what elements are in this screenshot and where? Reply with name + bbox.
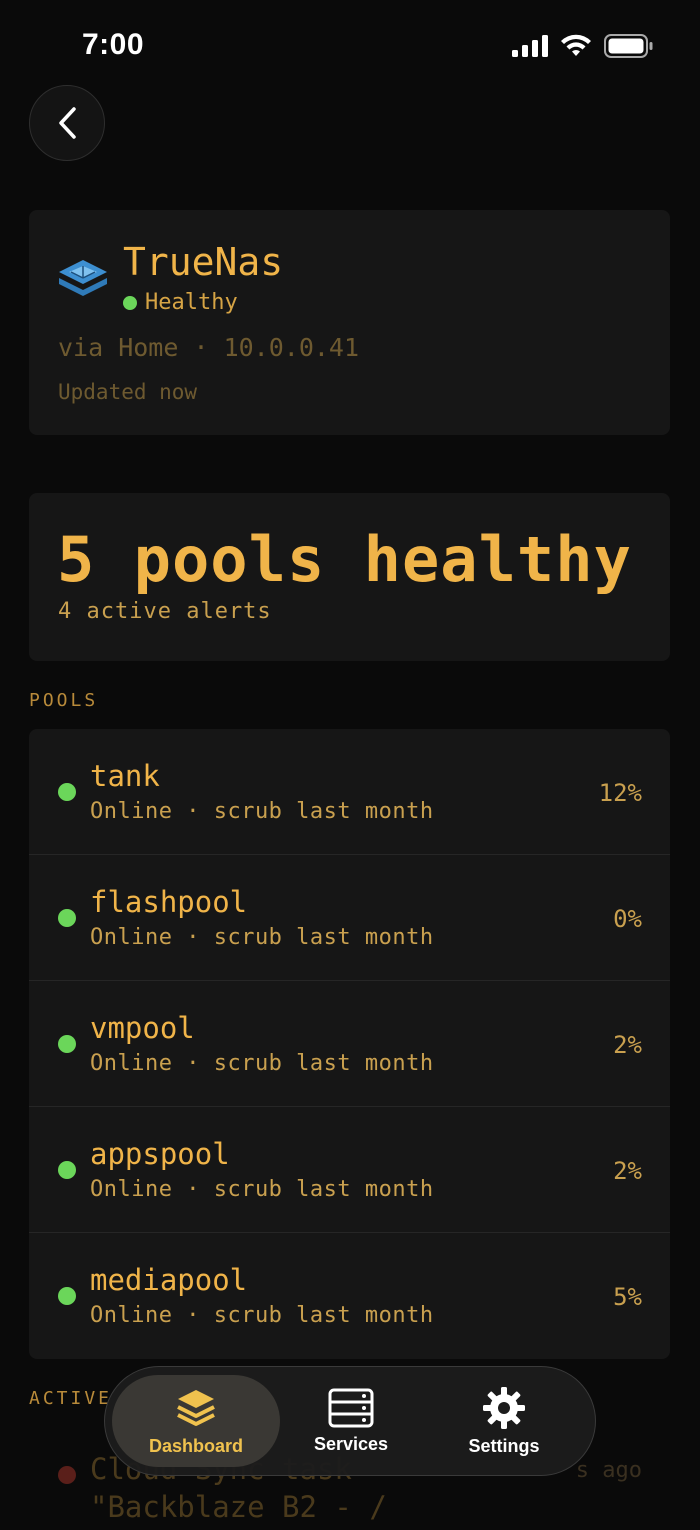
server-header-card: TrueNas Healthy via Home · 10.0.0.41 Upd…	[29, 210, 670, 435]
tab-dashboard-label: Dashboard	[148, 1435, 244, 1456]
pool-usage: 12%	[598, 779, 642, 807]
pool-usage: 5%	[613, 1283, 642, 1311]
pool-name: appspool	[90, 1137, 230, 1171]
chevron-left-icon	[59, 107, 76, 139]
pool-row-mediapool[interactable]: mediapool Online · scrub last month 5%	[29, 1233, 670, 1359]
truenas-logo-icon	[59, 260, 107, 296]
server-name: TrueNas	[123, 240, 284, 284]
battery-icon	[604, 34, 653, 58]
layers-icon	[177, 1389, 215, 1426]
pool-name: vmpool	[90, 1011, 195, 1045]
pool-usage: 2%	[613, 1157, 642, 1185]
pool-usage: 2%	[613, 1031, 642, 1059]
pool-row-tank[interactable]: tank Online · scrub last month 12%	[29, 729, 670, 855]
pools-section-label: POOLS	[29, 690, 99, 711]
pool-detail: Online · scrub last month	[90, 799, 434, 824]
pool-detail: Online · scrub last month	[90, 1303, 434, 1328]
pool-detail: Online · scrub last month	[90, 1177, 434, 1202]
status-time: 7:00	[82, 28, 145, 61]
tab-services[interactable]: Services	[267, 1375, 435, 1467]
server-updated: Updated now	[58, 380, 198, 404]
tab-services-label: Services	[313, 1433, 389, 1454]
server-connection: via Home · 10.0.0.41	[58, 333, 360, 362]
pool-row-flashpool[interactable]: flashpool Online · scrub last month 0%	[29, 855, 670, 981]
status-bar: 7:00	[0, 0, 700, 90]
server-status-text: Healthy	[145, 290, 238, 315]
tab-dashboard[interactable]: Dashboard	[112, 1375, 280, 1467]
summary-card: 5 pools healthy 4 active alerts	[29, 493, 670, 661]
pool-status-dot-icon	[58, 1035, 76, 1053]
wifi-icon	[561, 34, 591, 56]
server-icon	[328, 1388, 374, 1427]
alerts-section-label: ACTIVE	[29, 1388, 113, 1409]
pool-status-dot-icon	[58, 909, 76, 927]
pool-status-dot-icon	[58, 1287, 76, 1305]
cellular-signal-icon	[512, 35, 548, 57]
alert-status-dot-icon	[58, 1466, 76, 1484]
tab-settings-label: Settings	[468, 1435, 540, 1456]
pool-name: tank	[90, 759, 160, 793]
tab-bar: Dashboard Services Settings	[104, 1366, 596, 1476]
pool-usage: 0%	[613, 905, 642, 933]
gear-icon	[483, 1386, 525, 1429]
alert-title-continued: "Backblaze B2 - /	[90, 1490, 387, 1524]
pools-list: tank Online · scrub last month 12% flash…	[29, 729, 670, 1359]
pool-row-vmpool[interactable]: vmpool Online · scrub last month 2%	[29, 981, 670, 1107]
summary-subtitle: 4 active alerts	[58, 599, 272, 624]
summary-title: 5 pools healthy	[57, 523, 632, 596]
status-icons	[512, 34, 654, 58]
pool-name: flashpool	[90, 885, 248, 919]
back-button[interactable]	[29, 85, 105, 161]
pool-status-dot-icon	[58, 783, 76, 801]
pool-status-dot-icon	[58, 1161, 76, 1179]
pool-name: mediapool	[90, 1263, 248, 1297]
pool-detail: Online · scrub last month	[90, 1051, 434, 1076]
pool-detail: Online · scrub last month	[90, 925, 434, 950]
healthy-dot-icon	[123, 295, 137, 310]
server-status: Healthy	[123, 290, 238, 315]
pool-row-appspool[interactable]: appspool Online · scrub last month 2%	[29, 1107, 670, 1233]
tab-settings[interactable]: Settings	[420, 1375, 588, 1467]
